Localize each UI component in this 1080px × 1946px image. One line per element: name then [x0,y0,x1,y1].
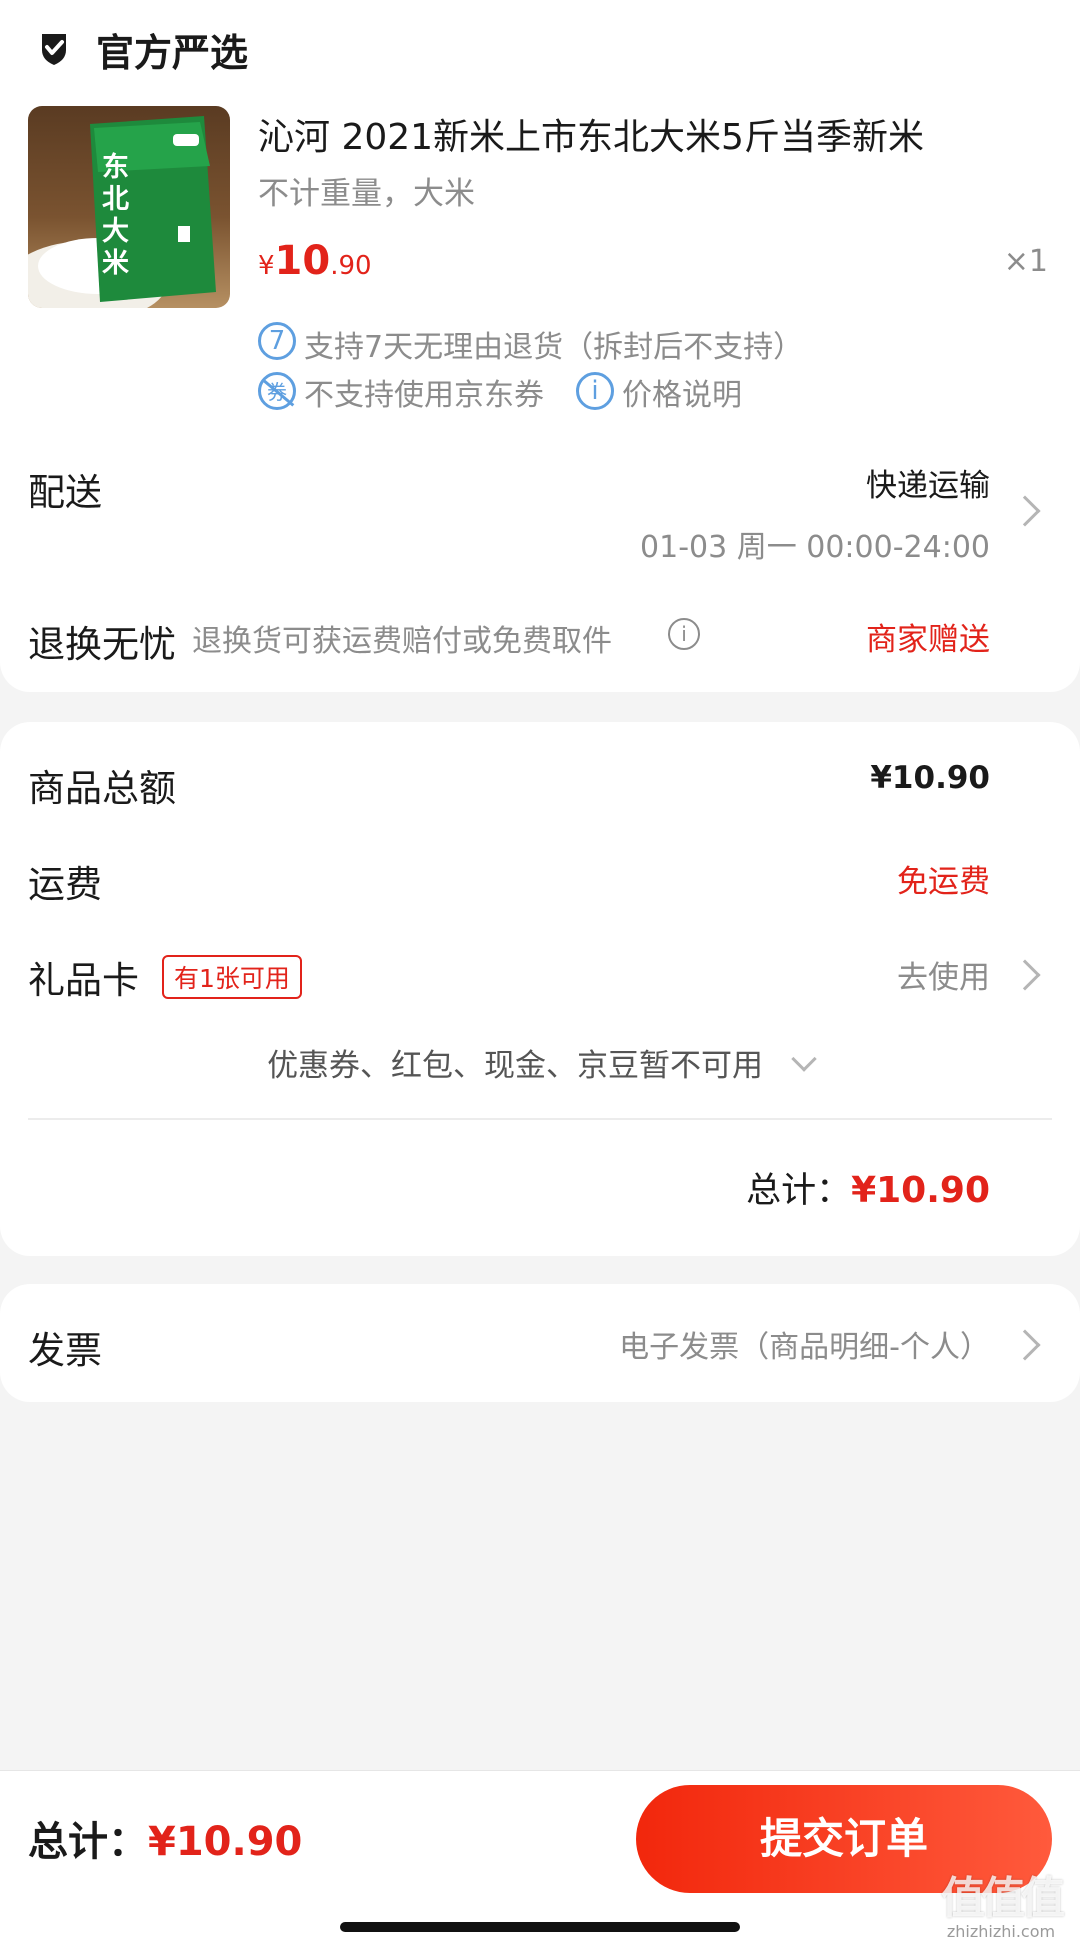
submit-order-label: 提交订单 [759,1814,928,1863]
price-note-link[interactable]: 价格说明 [622,370,742,414]
summary-card: 商品总额 ¥10.90 运费 免运费 礼品卡 有1张可用 去使用 优惠券、红包、… [0,722,1080,1256]
product-card: 官方严选 东北大米 沁河 2021新米上市东北大米5斤当季新米 不计重量，大米 … [0,0,1080,692]
product-name[interactable]: 沁河 2021新米上市东北大米5斤当季新米 [258,108,924,160]
returns-label: 退换无忧 [28,623,176,666]
watermark-logo-text: 值值值 [941,1873,1065,1924]
unavailable-note[interactable]: 优惠券、红包、现金、京豆暂不可用 [0,1040,1080,1085]
giftcard-chevron-right-icon[interactable] [1009,959,1041,991]
bottom-bar: 总计：¥10.90 提交订单 [0,1770,1080,1902]
summary-divider [28,1118,1052,1120]
returns-desc: 退换货可获运费赔付或免费取件 [192,624,612,659]
price-integer: 10 [274,238,331,284]
summary-total: 总计：¥10.90 [746,1162,990,1213]
product-image-text: 东北大米 [102,152,129,279]
goods-total-value: ¥10.90 [870,760,990,796]
product-spec[interactable]: 不计重量，大米 [258,168,475,213]
delivery-chevron-right-icon[interactable] [1009,495,1041,527]
giftcard-action[interactable]: 去使用 [897,952,990,997]
product-image[interactable]: 东北大米 [28,106,230,308]
returns-value[interactable]: 商家赠送 [866,614,990,659]
product-price: ¥10.90 [258,238,372,284]
summary-total-label: 总计： [746,1171,852,1211]
bottom-total: 总计：¥10.90 [28,1809,302,1867]
invoice-value[interactable]: 电子发票（商品明细-个人） [619,1322,990,1366]
invoice-chevron-right-icon[interactable] [1009,1329,1041,1361]
product-quantity: ×1 [1003,244,1048,279]
summary-total-value: ¥10.90 [851,1170,990,1211]
no-coupon-icon: 券 [258,372,296,410]
delivery-label: 配送 [28,471,102,514]
home-indicator-area [0,1902,1080,1946]
price-decimal: .90 [330,251,372,281]
invoice-label: 发票 [28,1329,102,1372]
shipping-label: 运费 [28,863,102,906]
goods-total-label: 商品总额 [28,767,176,810]
delivery-method[interactable]: 快递运输 [866,460,990,505]
seven-day-return-icon: 7 [258,322,296,360]
returns-info-icon[interactable]: i [668,618,700,650]
unavailable-note-text: 优惠券、红包、现金、京豆暂不可用 [267,1048,764,1084]
watermark: 值值值 zhizhizhi.com [926,1862,1076,1941]
shield-check-icon [34,28,74,68]
service-return-text: 支持7天无理由退货（拆封后不支持） [304,330,804,365]
store-badge-title: 官方严选 [96,31,249,75]
invoice-card[interactable]: 发票 电子发票（商品明细-个人） [0,1284,1080,1402]
chevron-down-icon [791,1046,817,1072]
bottom-total-label: 总计： [28,1819,148,1865]
delivery-time[interactable]: 01-03 周一 00:00-24:00 [640,522,990,566]
service-coupon-text: 不支持使用京东券 [304,378,544,413]
home-indicator[interactable] [340,1922,740,1932]
watermark-url: zhizhizhi.com [946,1922,1056,1941]
giftcard-label: 礼品卡 [28,959,139,1002]
bottom-total-value: ¥10.90 [148,1819,303,1865]
shipping-value: 免运费 [897,864,990,900]
giftcard-badge: 有1张可用 [162,955,302,999]
info-icon[interactable]: i [576,372,614,410]
price-symbol: ¥ [258,251,275,281]
